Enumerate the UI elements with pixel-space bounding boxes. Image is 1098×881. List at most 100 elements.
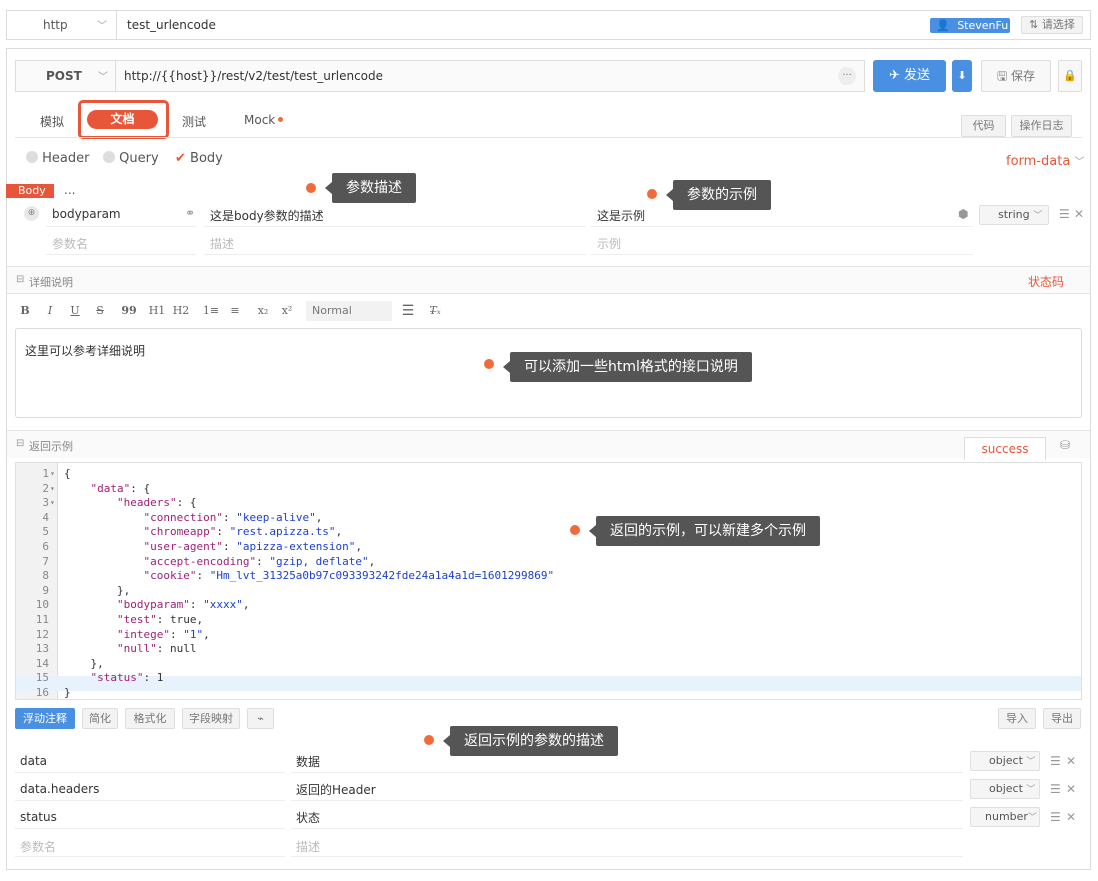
- tab-docs[interactable]: 文档: [87, 110, 158, 129]
- save-button[interactable]: 🖫 保存: [981, 60, 1051, 92]
- drag-icon[interactable]: ☰: [1050, 782, 1061, 796]
- heading-select[interactable]: Normal: [306, 301, 392, 321]
- close-icon[interactable]: ✕: [1066, 782, 1076, 796]
- collapse-icon[interactable]: ⊟: [16, 438, 24, 449]
- field-type-select[interactable]: object ﹀: [970, 751, 1040, 771]
- subscript-button[interactable]: x₂: [253, 301, 273, 321]
- field-desc-input[interactable]: 描述: [296, 838, 320, 855]
- field-name[interactable]: data: [20, 754, 47, 768]
- code-line[interactable]: 14 },: [16, 657, 1081, 672]
- close-icon[interactable]: ✕: [1066, 754, 1076, 768]
- param-desc-input[interactable]: 描述: [210, 235, 234, 252]
- bold-button[interactable]: B: [15, 301, 35, 321]
- h1-button[interactable]: H1: [147, 301, 167, 321]
- code-line[interactable]: 11 "test": true,: [16, 613, 1081, 628]
- code-line[interactable]: 9 },: [16, 584, 1081, 599]
- simplify-button[interactable]: 简化: [82, 708, 118, 729]
- cube-icon[interactable]: ⬢: [958, 207, 968, 221]
- lock-icon[interactable]: 🔒: [1058, 60, 1082, 92]
- body-more[interactable]: ...: [64, 183, 75, 197]
- code-line[interactable]: 12 "intege": "1",: [16, 628, 1081, 643]
- code-line[interactable]: 7 "accept-encoding": "gzip, deflate",: [16, 555, 1081, 570]
- tab-oplog[interactable]: 操作日志: [1011, 115, 1072, 137]
- param-desc[interactable]: 这是body参数的描述: [210, 207, 324, 224]
- method-select[interactable]: POST ﹀: [16, 61, 116, 91]
- export-button[interactable]: 导出: [1043, 708, 1081, 729]
- link-icon[interactable]: ⚭: [185, 206, 195, 220]
- quote-button[interactable]: 99: [119, 301, 139, 321]
- radio-header[interactable]: Header: [26, 151, 89, 166]
- code-line[interactable]: 16}: [16, 686, 1081, 701]
- align-icon[interactable]: ☰: [398, 301, 418, 321]
- strike-button[interactable]: S: [90, 301, 110, 321]
- field-desc[interactable]: 状态: [296, 809, 320, 826]
- method-value: POST: [46, 69, 82, 83]
- field-name[interactable]: data.headers: [20, 782, 99, 796]
- fold-icon[interactable]: ▾: [50, 467, 55, 482]
- fold-icon[interactable]: ▾: [50, 482, 55, 497]
- tab-mock[interactable]: Mock: [244, 113, 275, 127]
- tab-simulate[interactable]: 模拟: [40, 113, 64, 130]
- close-icon[interactable]: ✕: [1066, 810, 1076, 824]
- code-line[interactable]: 5 "chromeapp": "rest.apizza.ts",: [16, 525, 1081, 540]
- ordered-list-button[interactable]: 1≡: [200, 301, 222, 321]
- field-type-select[interactable]: object ﹀: [970, 779, 1040, 799]
- tab-code[interactable]: 代码: [961, 115, 1006, 137]
- param-type-icon[interactable]: ⊕: [24, 206, 39, 221]
- field-name-input[interactable]: 参数名: [20, 838, 56, 855]
- fold-icon[interactable]: ▾: [50, 496, 55, 511]
- field-desc[interactable]: 返回的Header: [296, 781, 376, 798]
- h2-button[interactable]: H2: [171, 301, 191, 321]
- api-name[interactable]: test_urlencode: [127, 18, 216, 32]
- code-line[interactable]: 4 "connection": "keep-alive",: [16, 511, 1081, 526]
- code-line[interactable]: 8 "cookie": "Hm_lvt_31325a0b97c093393242…: [16, 569, 1081, 584]
- layers-icon[interactable]: ⛁: [1060, 438, 1070, 452]
- url-input[interactable]: http://{{host}}/rest/v2/test/test_urlenc…: [124, 69, 383, 83]
- param-name-input[interactable]: 参数名: [52, 235, 88, 252]
- close-icon[interactable]: ✕: [1074, 207, 1084, 221]
- more-button[interactable]: ···: [838, 67, 856, 85]
- code-line[interactable]: 2 ▾ "data": {: [16, 482, 1081, 497]
- code-line[interactable]: 13 "null": null: [16, 642, 1081, 657]
- code-line[interactable]: 3 ▾ "headers": {: [16, 496, 1081, 511]
- code-line[interactable]: 15 "status": 1: [16, 671, 1081, 686]
- superscript-button[interactable]: x²: [277, 301, 297, 321]
- param-example[interactable]: 这是示例: [597, 207, 645, 224]
- choose-label: 请选择: [1041, 18, 1075, 31]
- status-code-link[interactable]: 状态码: [1028, 273, 1064, 290]
- param-name[interactable]: bodyparam: [52, 207, 121, 221]
- format-button[interactable]: 格式化: [125, 708, 175, 729]
- protocol-select[interactable]: http ﹀: [7, 11, 117, 39]
- choose-button[interactable]: ⇅ 请选择: [1021, 16, 1083, 34]
- collapse-icon[interactable]: ⊟: [16, 274, 24, 285]
- send-button[interactable]: ✈ 发送: [873, 60, 946, 92]
- field-desc[interactable]: 数据: [296, 753, 320, 770]
- italic-button[interactable]: I: [40, 301, 60, 321]
- radio-body[interactable]: ✔ Body: [175, 151, 223, 166]
- field-mapping-button[interactable]: 字段映射: [182, 708, 240, 729]
- tab-success[interactable]: success: [964, 437, 1046, 460]
- format-select[interactable]: form-data ﹀: [1006, 153, 1084, 169]
- code-line[interactable]: 10 "bodyparam": "xxxx",: [16, 598, 1081, 613]
- drag-icon[interactable]: ☰: [1050, 810, 1061, 824]
- user-badge[interactable]: 👤 StevenFu: [930, 18, 1010, 33]
- import-button[interactable]: 导入: [998, 708, 1036, 729]
- download-button[interactable]: ⬇: [952, 60, 972, 92]
- float-annotation-button[interactable]: 浮动注释: [15, 708, 75, 729]
- code-line[interactable]: 6 "user-agent": "apizza-extension",: [16, 540, 1081, 555]
- tab-test[interactable]: 测试: [182, 113, 206, 130]
- bullet-list-button[interactable]: ≡: [225, 301, 245, 321]
- drag-icon[interactable]: ☰: [1059, 207, 1070, 221]
- param-example-input[interactable]: 示例: [597, 235, 621, 252]
- line-number: 13: [35, 642, 49, 656]
- drag-icon[interactable]: ☰: [1050, 754, 1061, 768]
- underline-button[interactable]: U: [65, 301, 85, 321]
- param-type-select[interactable]: string ﹀: [979, 205, 1049, 225]
- magic-icon[interactable]: ⌁: [247, 708, 274, 729]
- radio-query[interactable]: Query: [103, 151, 159, 166]
- field-type-select[interactable]: number﹀: [970, 807, 1040, 827]
- field-name[interactable]: status: [20, 810, 57, 824]
- clear-format-icon[interactable]: T̶ₓ: [425, 301, 445, 321]
- code-line[interactable]: 1 ▾ {: [16, 467, 1081, 482]
- code-editor[interactable]: 1 ▾{2 ▾ "data": {3 ▾ "headers": {4 "connect…: [15, 462, 1082, 700]
